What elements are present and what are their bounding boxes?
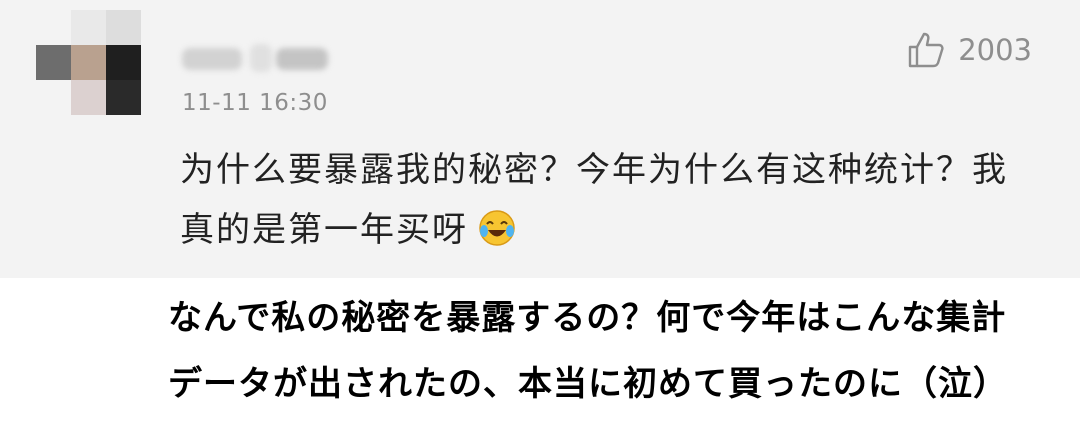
- subtitle-line-2: データが出されたの、本当に初めて買ったのに（泣）: [168, 364, 1008, 404]
- comment-timestamp: 11-11 16:30: [182, 90, 328, 116]
- avatar[interactable]: [36, 10, 141, 115]
- thumbs-up-icon: [906, 30, 946, 70]
- comment-text: 为什么要暴露我的秘密？今年为什么有这种统计？我真的是第一年买呀: [180, 150, 1008, 250]
- like-button[interactable]: 2003: [906, 30, 1032, 70]
- subtitle-line-1: なんで私の秘密を暴露するの？何で今年はこんな集計: [168, 298, 1007, 338]
- laughing-crying-emoji-icon: [478, 206, 516, 266]
- like-count: 2003: [958, 33, 1032, 67]
- username-blurred[interactable]: [182, 42, 332, 76]
- comment-card: 11-11 16:30 2003 为什么要暴露我的秘密？今年为什么有这种统计？我…: [0, 0, 1080, 278]
- comment-body: 为什么要暴露我的秘密？今年为什么有这种统计？我真的是第一年买呀: [180, 140, 1040, 266]
